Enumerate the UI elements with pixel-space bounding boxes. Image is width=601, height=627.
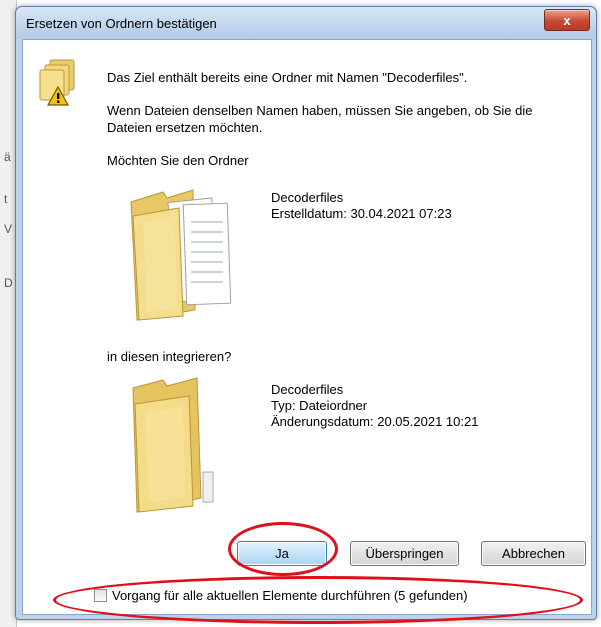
target-folder-type: Typ: Dateiordner xyxy=(271,398,368,413)
background-text: ä xyxy=(4,150,11,164)
message-existing-folder: Das Ziel enthält bereits eine Ordner mit… xyxy=(107,70,468,85)
message-replace-line1: Wenn Dateien denselben Namen haben, müss… xyxy=(107,103,533,118)
target-folder-modified: Änderungsdatum: 20.05.2021 10:21 xyxy=(271,414,479,429)
target-folder-icon xyxy=(132,377,214,513)
question-source: Möchten Sie den Ordner xyxy=(107,153,249,168)
folder-warning-icon xyxy=(39,59,75,106)
dialog-content: Das Ziel enthält bereits eine Ordner mit… xyxy=(22,39,592,615)
apply-to-all-checkbox[interactable] xyxy=(94,589,107,602)
replace-folder-dialog: Ersetzen von Ordnern bestätigen x Das Zi… xyxy=(15,6,597,620)
question-target: in diesen integrieren? xyxy=(107,349,232,364)
target-folder-name: Decoderfiles xyxy=(271,382,344,397)
source-folder-icon xyxy=(130,189,232,321)
apply-to-all-label: Vorgang für alle aktuellen Elemente durc… xyxy=(112,588,468,603)
message-replace-line2: Dateien ersetzen möchten. xyxy=(107,120,263,135)
apply-to-all-row[interactable]: Vorgang für alle aktuellen Elemente durc… xyxy=(94,588,468,603)
close-icon: x xyxy=(563,12,571,28)
yes-button[interactable]: Ja xyxy=(237,541,327,566)
cancel-button[interactable]: Abbrechen xyxy=(481,541,586,566)
skip-button[interactable]: Überspringen xyxy=(350,541,459,566)
background-text: V xyxy=(4,222,13,236)
source-folder-created: Erstelldatum: 30.04.2021 07:23 xyxy=(271,206,452,221)
background-text: D xyxy=(4,276,13,290)
close-button[interactable]: x xyxy=(544,9,590,31)
dialog-title: Ersetzen von Ordnern bestätigen xyxy=(26,16,217,31)
background-text: t xyxy=(4,192,8,206)
source-folder-name: Decoderfiles xyxy=(271,190,344,205)
dialog-titlebar[interactable]: Ersetzen von Ordnern bestätigen x xyxy=(16,7,596,39)
